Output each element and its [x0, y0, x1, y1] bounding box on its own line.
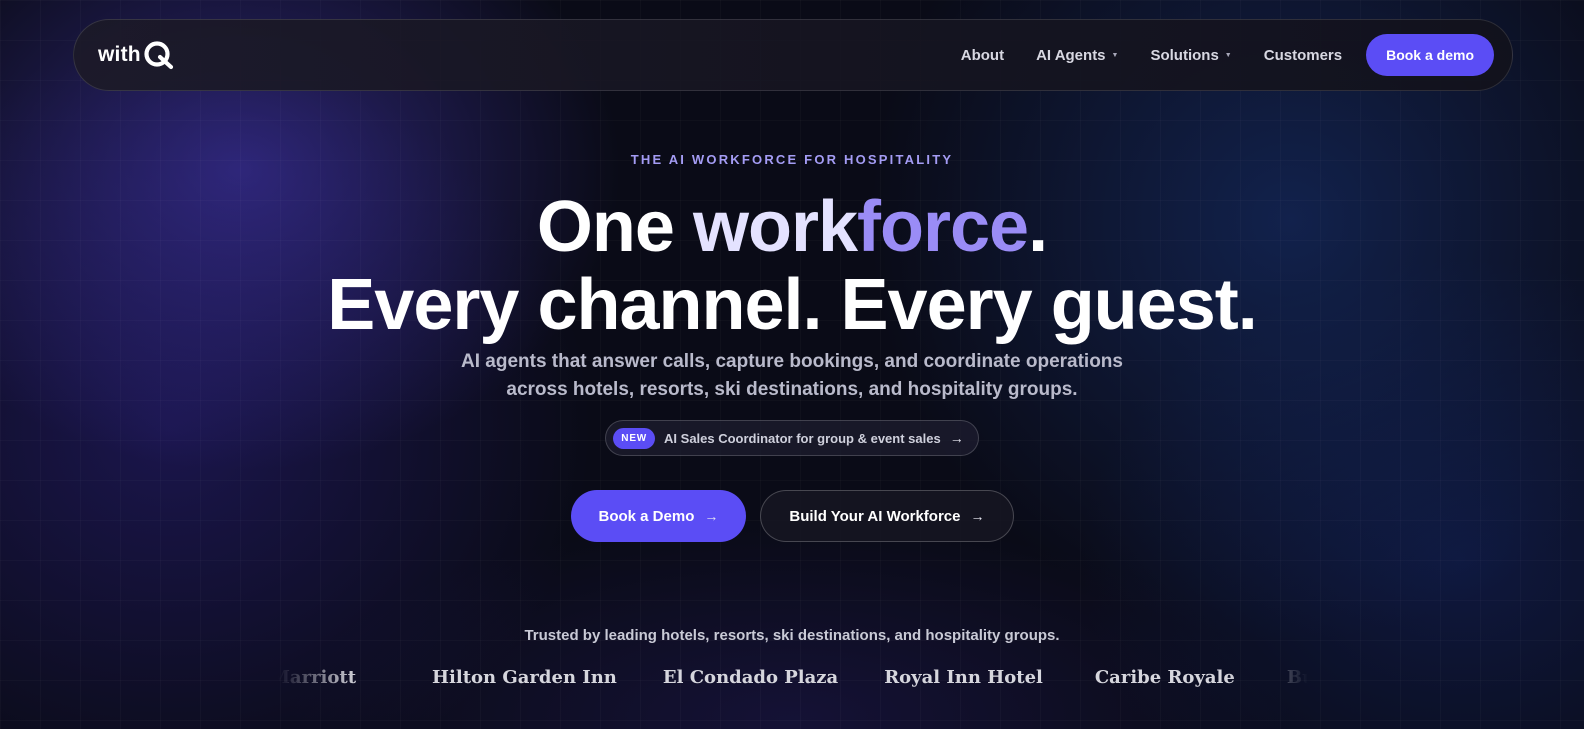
headline-highlight-b: force — [857, 187, 1029, 267]
headline-line-1: One workforce. — [0, 188, 1584, 266]
book-demo-button[interactable]: Book a Demo → — [570, 490, 747, 542]
nav-link-solutions[interactable]: Solutions ▼ — [1150, 47, 1231, 64]
announcement-pill[interactable]: NEW AI Sales Coordinator for group & eve… — [605, 420, 979, 456]
arrow-right-icon: → — [970, 508, 985, 524]
button-label: Build Your AI Workforce — [789, 507, 961, 525]
announcement-text: AI Sales Coordinator for group & event s… — [664, 430, 941, 446]
brand-logo-caribe-royale: Caribe Royale — [1094, 666, 1235, 688]
subtitle-line-1: AI agents that answer calls, capture boo… — [461, 351, 1123, 372]
brand-logo-royal-inn-hotel: Royal Inn Hotel — [884, 666, 1043, 688]
hero-headline: One workforce. Every channel. Every gues… — [0, 188, 1584, 344]
arrow-right-icon: → — [949, 430, 964, 446]
headline-word-one: One — [536, 187, 693, 267]
brand-logo-buena-vista: Buena Vista — [1286, 666, 1308, 688]
build-workforce-button[interactable]: Build Your AI Workforce → — [760, 490, 1014, 542]
headline-line-2: Every channel. Every guest. — [327, 265, 1257, 345]
headline-highlight-a: work — [692, 187, 858, 267]
top-navbar: with About AI Agents ▼ Solutions ▼ Custo… — [73, 19, 1513, 91]
hero-cta-group: Book a Demo → Build Your AI Workforce → — [0, 490, 1584, 542]
nav-link-ai-agents[interactable]: AI Agents ▼ — [1036, 47, 1118, 64]
nav-link-label: Customers — [1263, 46, 1343, 64]
arrow-right-icon: → — [704, 508, 719, 524]
nav-link-label: Solutions — [1150, 46, 1219, 64]
brand-logo-hilton-garden-inn: Hilton Garden Inn — [432, 666, 617, 688]
nav-link-customers[interactable]: Customers — [1264, 47, 1342, 64]
button-label: Book a Demo — [598, 507, 695, 525]
hero-subtitle: AI agents that answer calls, capture boo… — [0, 348, 1584, 404]
brand-logo[interactable]: with — [98, 40, 175, 70]
nav-link-about[interactable]: About — [961, 47, 1004, 64]
logo-q-icon — [144, 41, 173, 70]
nav-link-label: About — [960, 46, 1005, 64]
brand-logo-marquee: Marriott Hilton Garden Inn El Condado Pl… — [278, 660, 1308, 694]
nav-links: About AI Agents ▼ Solutions ▼ Customers … — [929, 34, 1494, 76]
subtitle-line-2: across hotels, resorts, ski destinations… — [506, 379, 1078, 400]
announcement-wrap: NEW AI Sales Coordinator for group & eve… — [0, 420, 1584, 456]
headline-period: . — [1028, 187, 1048, 267]
caret-down-icon: ▼ — [1111, 51, 1119, 59]
landing-page: with About AI Agents ▼ Solutions ▼ Custo… — [0, 0, 1584, 729]
caret-down-icon: ▼ — [1224, 51, 1232, 59]
brand-logo-el-condado-plaza: El Condado Plaza — [662, 666, 839, 688]
new-badge: NEW — [613, 427, 656, 449]
nav-link-label: AI Agents — [1036, 46, 1106, 64]
logo-text: with — [98, 43, 141, 66]
hero-eyebrow: THE AI WORKFORCE FOR HOSPITALITY — [630, 152, 954, 167]
brand-logo-marriott: Marriott — [278, 666, 357, 688]
trusted-caption: Trusted by leading hotels, resorts, ski … — [524, 627, 1060, 644]
nav-book-demo-button[interactable]: Book a demo — [1366, 34, 1494, 76]
